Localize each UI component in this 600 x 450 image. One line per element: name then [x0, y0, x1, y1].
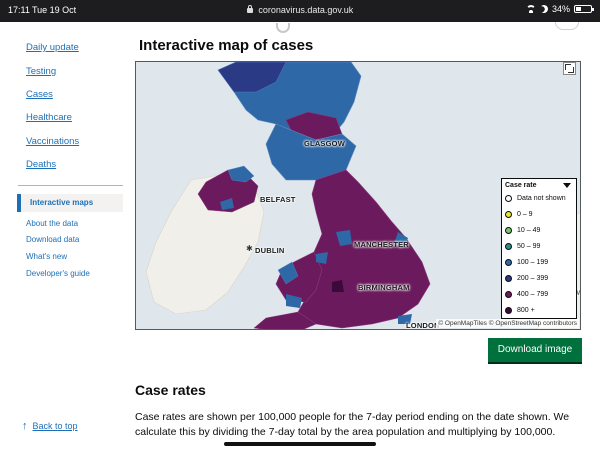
region-patch-6[interactable]	[332, 280, 344, 292]
sidebar-nav: Daily update Testing Cases Healthcare Va…	[0, 22, 128, 450]
legend-swatch	[505, 291, 512, 298]
city-label-glasgow: GLASGOW	[304, 139, 345, 148]
sidebar-item-healthcare[interactable]: Healthcare	[26, 112, 72, 123]
home-indicator[interactable]	[224, 442, 376, 446]
sidebar-subitem-interactive-maps[interactable]: Interactive maps	[17, 194, 123, 212]
sidebar-item-testing[interactable]: Testing	[26, 66, 56, 77]
sidebar-item-deaths[interactable]: Deaths	[26, 159, 56, 170]
sidebar-divider	[18, 185, 123, 186]
caret-down-icon[interactable]	[563, 183, 571, 188]
status-icons: 34%	[525, 4, 594, 14]
battery-percent: 34%	[551, 4, 570, 14]
case-rates-description: Case rates are shown per 100,000 people …	[135, 411, 570, 438]
legend-item: 400 – 799	[505, 291, 548, 298]
address-bar[interactable]: coronavirus.data.gov.uk	[0, 5, 600, 15]
search-icon-partial	[276, 23, 290, 33]
legend-item: 800 +	[505, 307, 535, 314]
back-to-top-label: Back to top	[32, 421, 78, 431]
legend-label: 200 – 399	[517, 275, 549, 282]
sidebar-item-cases[interactable]: Cases	[26, 89, 53, 100]
legend-swatch	[505, 275, 512, 282]
download-image-button[interactable]: Download image	[488, 338, 582, 362]
address-url: coronavirus.data.gov.uk	[258, 5, 354, 15]
legend-item: 100 – 199	[505, 259, 548, 266]
legend-swatch	[505, 195, 512, 202]
moon-icon	[539, 4, 549, 14]
sidebar-item-vaccinations[interactable]: Vaccinations	[26, 136, 79, 147]
city-label-dublin: DUBLIN	[255, 246, 285, 255]
legend-label: 100 – 199	[517, 259, 549, 266]
city-label-birmingham: BIRMINGHAM	[358, 283, 410, 292]
legend-item: Data not shown	[505, 195, 566, 202]
legend-swatch	[505, 259, 512, 266]
legend-label: 0 – 9	[517, 211, 533, 218]
legend-label: 10 – 49	[517, 227, 541, 234]
scrolled-control-partial	[555, 22, 579, 30]
sidebar-subitem-whats-new[interactable]: What's new	[26, 252, 67, 261]
section-heading-case-rates: Case rates	[135, 382, 206, 398]
star-icon: ✱	[246, 244, 253, 253]
lock-icon	[246, 5, 253, 13]
sidebar-subitem-download-data[interactable]: Download data	[26, 235, 79, 244]
legend-label: 50 – 99	[517, 243, 541, 250]
legend-swatch	[505, 307, 512, 314]
legend-label: 800 +	[517, 307, 535, 314]
legend-label: 400 – 799	[517, 291, 549, 298]
legend-item: 0 – 9	[505, 211, 533, 218]
battery-icon	[574, 5, 594, 13]
legend-label: Data not shown	[517, 195, 566, 202]
page-title: Interactive map of cases	[139, 37, 314, 54]
legend-swatch	[505, 227, 512, 234]
back-to-top-link[interactable]: ↑ Back to top	[22, 419, 78, 432]
legend-title: Case rate	[505, 182, 537, 189]
region-patch-3[interactable]	[316, 252, 328, 264]
sidebar-subitem-about-data[interactable]: About the data	[26, 219, 78, 228]
status-bar: 17:11 Tue 19 Oct coronavirus.data.gov.uk…	[0, 0, 600, 22]
sidebar-subitem-developers-guide[interactable]: Developer's guide	[26, 269, 90, 278]
city-label-london: LONDON	[406, 321, 440, 330]
legend-swatch	[505, 243, 512, 250]
map-attribution: © OpenMapTiles © OpenStreetMap contribut…	[436, 319, 579, 328]
legend-item: 10 – 49	[505, 227, 540, 234]
map-legend[interactable]: Case rate Data not shown 0 – 9 10 – 49 5…	[501, 178, 577, 319]
legend-swatch	[505, 211, 512, 218]
wifi-icon	[525, 5, 536, 13]
fullscreen-button[interactable]	[563, 62, 576, 75]
battery-fill	[576, 7, 581, 11]
legend-item: 50 – 99	[505, 243, 540, 250]
legend-item: 200 – 399	[505, 275, 548, 282]
city-label-belfast: BELFAST	[260, 195, 296, 204]
city-label-manchester: MANCHESTER	[354, 240, 409, 249]
sidebar-item-daily-update[interactable]: Daily update	[26, 42, 79, 53]
up-arrow-icon: ↑	[22, 419, 28, 432]
